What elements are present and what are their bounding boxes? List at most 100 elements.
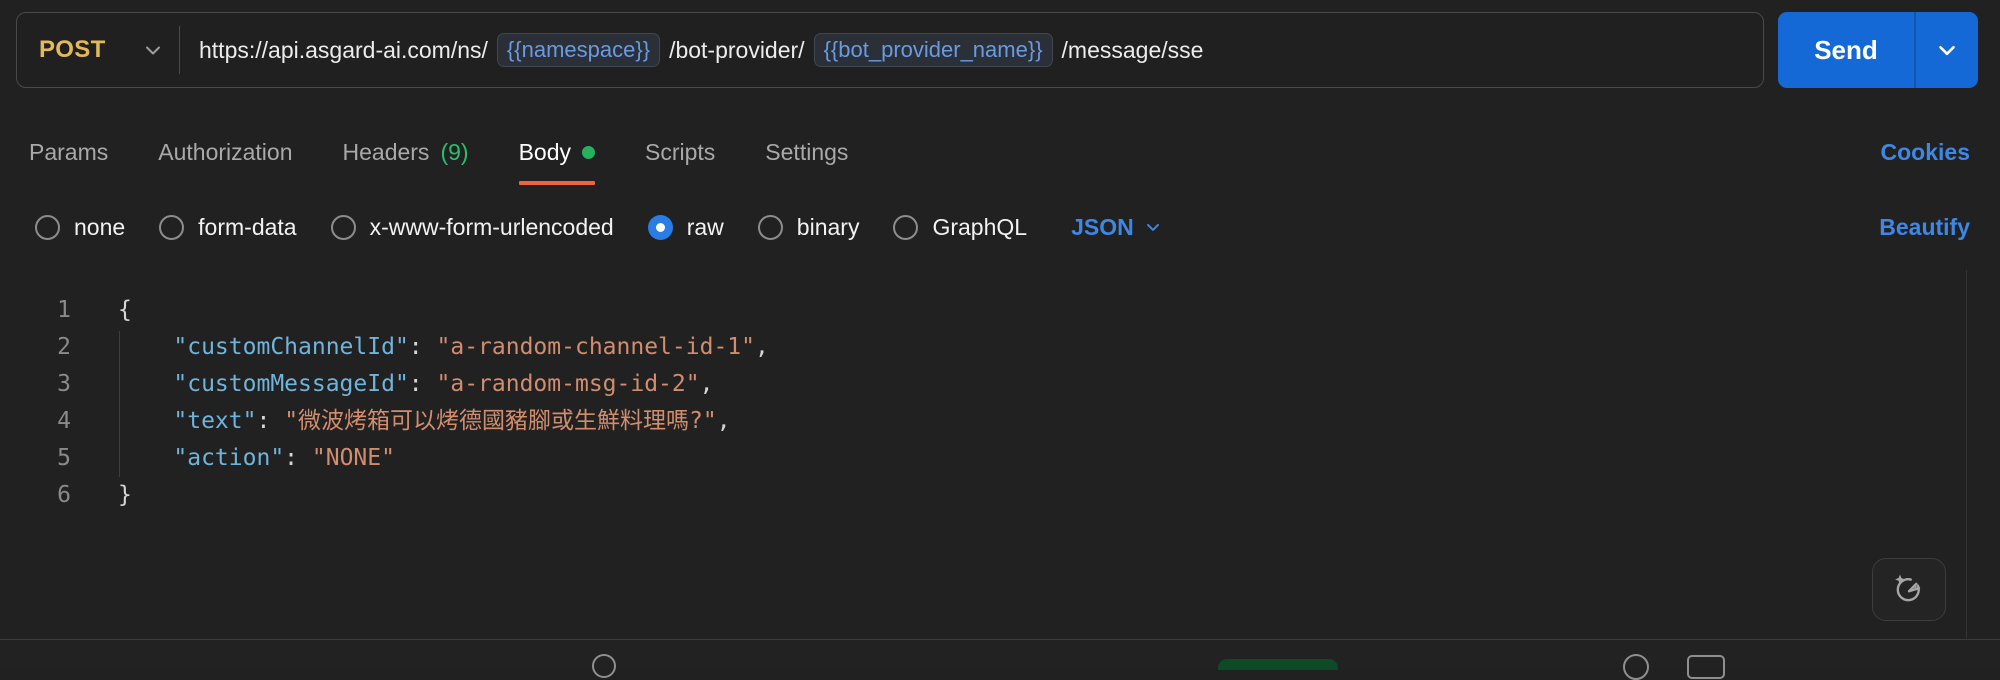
token-punct: : (409, 371, 437, 397)
method-select[interactable]: POST (17, 36, 179, 64)
code-text: "text": "微波烤箱可以烤德國豬腳或生鮮料理嗎?", (71, 403, 731, 440)
body-type-row: none form-data x-www-form-urlencoded raw bin… (35, 198, 1970, 256)
postbot-button[interactable] (1872, 558, 1946, 621)
tab-label: Params (29, 139, 108, 166)
radio-icon (648, 215, 673, 240)
token-value: "NONE" (312, 445, 395, 471)
url-variable-chip[interactable]: {{namespace}} (497, 33, 660, 67)
footer-avatar-icon[interactable] (1623, 654, 1649, 680)
code-line: 5 "action": "NONE" (0, 440, 1966, 477)
tab-count-badge: (9) (440, 139, 468, 166)
tab-params[interactable]: Params (29, 118, 108, 186)
send-options-button[interactable] (1916, 12, 1978, 88)
tab-body[interactable]: Body (519, 118, 595, 186)
tab-settings[interactable]: Settings (765, 118, 848, 186)
line-number: 5 (0, 440, 71, 477)
url-variable-chip[interactable]: {{bot_provider_name}} (814, 33, 1053, 67)
footer-circle-icon[interactable] (592, 654, 616, 678)
code-line: 2 "customChannelId": "a-random-channel-i… (0, 329, 1966, 366)
token-value: "微波烤箱可以烤德國豬腳或生鮮料理嗎?" (284, 408, 717, 434)
editor-right-edge (1966, 270, 1967, 638)
token-value: "a-random-channel-id-1" (437, 334, 756, 360)
token-key: "customMessageId" (173, 371, 408, 397)
code-text: } (71, 477, 132, 514)
token-punct: } (118, 482, 132, 508)
token-key: "customChannelId" (173, 334, 408, 360)
code-text: { (71, 292, 132, 329)
body-type-binary[interactable]: binary (758, 214, 860, 241)
code-line: 6} (0, 477, 1966, 514)
body-type-graphql[interactable]: GraphQL (893, 214, 1027, 241)
radio-label: raw (687, 214, 724, 241)
url-text-segment: /message/sse (1062, 37, 1204, 64)
token-punct: , (700, 371, 714, 397)
code-line: 1{ (0, 292, 1966, 329)
token-punct: , (755, 334, 769, 360)
url-text-segment: /bot-provider/ (669, 37, 805, 64)
language-select[interactable]: JSON (1071, 214, 1163, 241)
radio-label: form-data (198, 214, 296, 241)
line-number: 2 (0, 329, 71, 366)
tab-label: Settings (765, 139, 848, 166)
code-line: 3 "customMessageId": "a-random-msg-id-2"… (0, 366, 1966, 403)
token-key: "text" (173, 408, 256, 434)
url-text-segment: https://api.asgard-ai.com/ns/ (199, 37, 488, 64)
body-modified-dot-icon (582, 146, 595, 159)
token-value: "a-random-msg-id-2" (437, 371, 700, 397)
radio-icon (893, 215, 918, 240)
token-ws (118, 445, 173, 471)
indent-guide (119, 331, 120, 477)
radio-label: x-www-form-urlencoded (370, 214, 614, 241)
radio-icon (331, 215, 356, 240)
cookies-link[interactable]: Cookies (1881, 139, 1970, 166)
token-punct: : (284, 445, 312, 471)
token-ws (118, 371, 173, 397)
footer-green-button[interactable] (1218, 659, 1338, 670)
line-number: 3 (0, 366, 71, 403)
body-type-x-www-form-urlencoded[interactable]: x-www-form-urlencoded (331, 214, 614, 241)
body-type-none[interactable]: none (35, 214, 125, 241)
token-ws (118, 408, 173, 434)
language-select-value: JSON (1071, 214, 1134, 241)
token-punct: { (118, 297, 132, 323)
raw-body-editor[interactable]: 1{2 "customChannelId": "a-random-channel… (0, 292, 1966, 514)
method-label: POST (39, 36, 106, 64)
token-punct: , (717, 408, 731, 434)
body-type-form-data[interactable]: form-data (159, 214, 296, 241)
postbot-sparkle-icon (1890, 571, 1928, 609)
tab-scripts[interactable]: Scripts (645, 118, 715, 186)
radio-label: GraphQL (932, 214, 1027, 241)
token-ws (118, 334, 173, 360)
token-key: "action" (173, 445, 284, 471)
line-number: 6 (0, 477, 71, 514)
tab-label: Authorization (158, 139, 292, 166)
tab-label: Body (519, 139, 571, 166)
code-text: "customChannelId": "a-random-channel-id-… (71, 329, 769, 366)
token-punct: : (409, 334, 437, 360)
status-footer (0, 639, 2000, 668)
beautify-link[interactable]: Beautify (1879, 214, 1970, 241)
chevron-down-icon (141, 38, 165, 62)
tab-label: Headers (343, 139, 430, 166)
request-row: POST https://api.asgard-ai.com/ns/ {{name… (16, 12, 1978, 88)
footer-panel-icon[interactable] (1687, 655, 1725, 679)
code-text: "customMessageId": "a-random-msg-id-2", (71, 366, 713, 403)
code-line: 4 "text": "微波烤箱可以烤德國豬腳或生鮮料理嗎?", (0, 403, 1966, 440)
line-number: 4 (0, 403, 71, 440)
radio-label: binary (797, 214, 860, 241)
radio-icon (159, 215, 184, 240)
send-button[interactable]: Send (1778, 12, 1914, 88)
request-tabs: Params Authorization Headers (9) Body Scripts… (29, 118, 1970, 186)
radio-label: none (74, 214, 125, 241)
chevron-down-icon (1143, 217, 1163, 237)
line-number: 1 (0, 292, 71, 329)
radio-icon (35, 215, 60, 240)
radio-icon (758, 215, 783, 240)
url-input[interactable]: https://api.asgard-ai.com/ns/ {{namespace… (180, 33, 1203, 67)
send-split-button: Send (1778, 12, 1978, 88)
tab-authorization[interactable]: Authorization (158, 118, 292, 186)
tab-headers[interactable]: Headers (9) (343, 118, 469, 186)
tab-label: Scripts (645, 139, 715, 166)
body-type-raw[interactable]: raw (648, 214, 724, 241)
url-bar: POST https://api.asgard-ai.com/ns/ {{name… (16, 12, 1764, 88)
